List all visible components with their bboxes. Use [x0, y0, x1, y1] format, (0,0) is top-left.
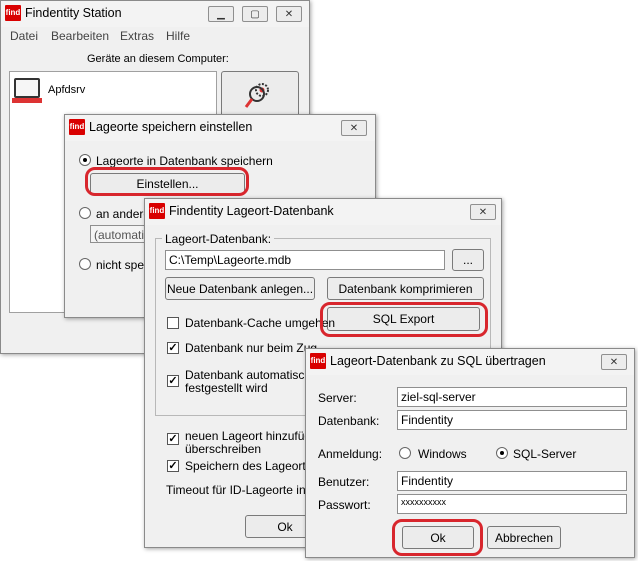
sql-export-button[interactable]: SQL Export	[327, 307, 480, 331]
close-button[interactable]: ✕	[341, 120, 367, 136]
menu-hilfe[interactable]: Hilfe	[166, 29, 190, 43]
app-logo-icon: find	[5, 5, 21, 21]
gear-search-icon	[244, 83, 269, 108]
login-label: Anmeldung:	[318, 447, 383, 461]
option-other-label: an andere	[96, 207, 151, 221]
app-logo-icon: find	[310, 353, 326, 369]
maximize-button[interactable]: ▢	[242, 6, 268, 22]
chk-access-text: Datenbank nur beim Zugriff öffnen, danac…	[185, 341, 317, 355]
database-label: Datenbank:	[318, 414, 380, 428]
timeout-label: Timeout für ID-Lageorte in S	[166, 483, 317, 497]
app-logo-icon: find	[149, 203, 165, 219]
minimize-button[interactable]: ▁	[208, 6, 234, 22]
lageorte-titlebar[interactable]: find Lageorte speichern einstellen ✕	[65, 115, 375, 141]
sql-ok-button[interactable]: Ok	[402, 526, 474, 549]
computer-stand	[12, 98, 42, 103]
close-icon: ✕	[349, 122, 359, 134]
chk-auto-label-1: Datenbank automatisch r	[185, 368, 319, 382]
dialog-title: Findentity Lageort-Datenbank	[169, 204, 334, 218]
radio-other[interactable]	[79, 207, 91, 219]
dialog-title: Lageorte speichern einstellen	[89, 120, 253, 134]
menu-extras[interactable]: Extras	[120, 29, 154, 43]
devices-label: Geräte an diesem Computer:	[87, 53, 229, 65]
chk-save-label: Speichern des Lageortes	[185, 459, 319, 473]
server-label: Server:	[318, 391, 357, 405]
chk-cache-label: Datenbank-Cache umgehen	[185, 316, 336, 330]
close-button[interactable]: ✕	[470, 204, 496, 220]
search-device-button[interactable]	[221, 71, 299, 117]
chk-auto-label-2: festgestellt wird	[185, 381, 268, 395]
minimize-icon: ▁	[217, 8, 225, 20]
db-titlebar[interactable]: find Findentity Lageort-Datenbank ✕	[145, 199, 501, 225]
chk-access[interactable]: ✓	[167, 342, 179, 354]
browse-button[interactable]: ...	[452, 249, 484, 271]
db-path-field[interactable]: C:\Temp\Lageorte.mdb	[165, 250, 445, 270]
compress-button[interactable]: Datenbank komprimieren	[327, 277, 484, 300]
menu-bar: Datei Bearbeiten Extras Hilfe	[1, 27, 309, 45]
window-title: Findentity Station	[25, 6, 122, 20]
chk-access-label: Datenbank nur beim Zugriff öffnen, danac…	[185, 341, 317, 357]
chk-cache[interactable]	[167, 317, 179, 329]
password-label: Passwort:	[318, 498, 371, 512]
radio-none[interactable]	[79, 258, 91, 270]
radio-windows[interactable]	[399, 447, 411, 459]
close-icon: ✕	[284, 8, 294, 20]
database-field[interactable]: Findentity	[397, 410, 627, 430]
chk-save[interactable]: ✓	[167, 460, 179, 472]
sql-titlebar[interactable]: find Lageort-Datenbank zu SQL übertragen…	[306, 349, 634, 375]
radio-db[interactable]	[79, 154, 91, 166]
password-field[interactable]: xxxxxxxxxx	[397, 494, 627, 514]
user-label: Benutzer:	[318, 475, 370, 489]
sql-server-label: SQL-Server	[513, 447, 577, 461]
app-logo-icon: find	[69, 119, 85, 135]
chk-new-label-2: überschreiben	[185, 442, 262, 456]
server-field[interactable]: ziel-sql-server	[397, 387, 627, 407]
option-none-label: nicht spei	[96, 258, 147, 272]
option-db-label: Lageorte in Datenbank speichern	[96, 154, 273, 168]
close-icon: ✕	[609, 356, 619, 368]
cancel-button[interactable]: Abbrechen	[487, 526, 561, 549]
radio-sql-server[interactable]	[496, 447, 508, 459]
group-label: Lageort-Datenbank:	[162, 232, 275, 246]
einstellen-button[interactable]: Einstellen...	[90, 173, 245, 195]
close-button[interactable]: ✕	[276, 6, 302, 22]
dialog-title: Lageort-Datenbank zu SQL übertragen	[330, 354, 546, 368]
main-titlebar[interactable]: find Findentity Station ▁ ▢ ✕	[1, 1, 309, 27]
maximize-icon: ▢	[250, 8, 260, 20]
computer-icon	[14, 78, 40, 98]
sql-dialog: find Lageort-Datenbank zu SQL übertragen…	[305, 348, 635, 558]
chk-new-label-1: neuen Lageort hinzufüge	[185, 429, 318, 443]
device-name[interactable]: Apfdsrv	[48, 84, 85, 96]
user-field[interactable]: Findentity	[397, 471, 627, 491]
new-db-button[interactable]: Neue Datenbank anlegen...	[165, 277, 315, 300]
chk-new[interactable]: ✓	[167, 433, 179, 445]
menu-datei[interactable]: Datei	[10, 29, 38, 43]
windows-label: Windows	[418, 447, 467, 461]
other-field[interactable]: (automatisc	[90, 225, 150, 243]
close-icon: ✕	[478, 206, 488, 218]
menu-bearbeiten[interactable]: Bearbeiten	[51, 29, 109, 43]
close-button[interactable]: ✕	[601, 354, 627, 370]
chk-auto[interactable]: ✓	[167, 375, 179, 387]
